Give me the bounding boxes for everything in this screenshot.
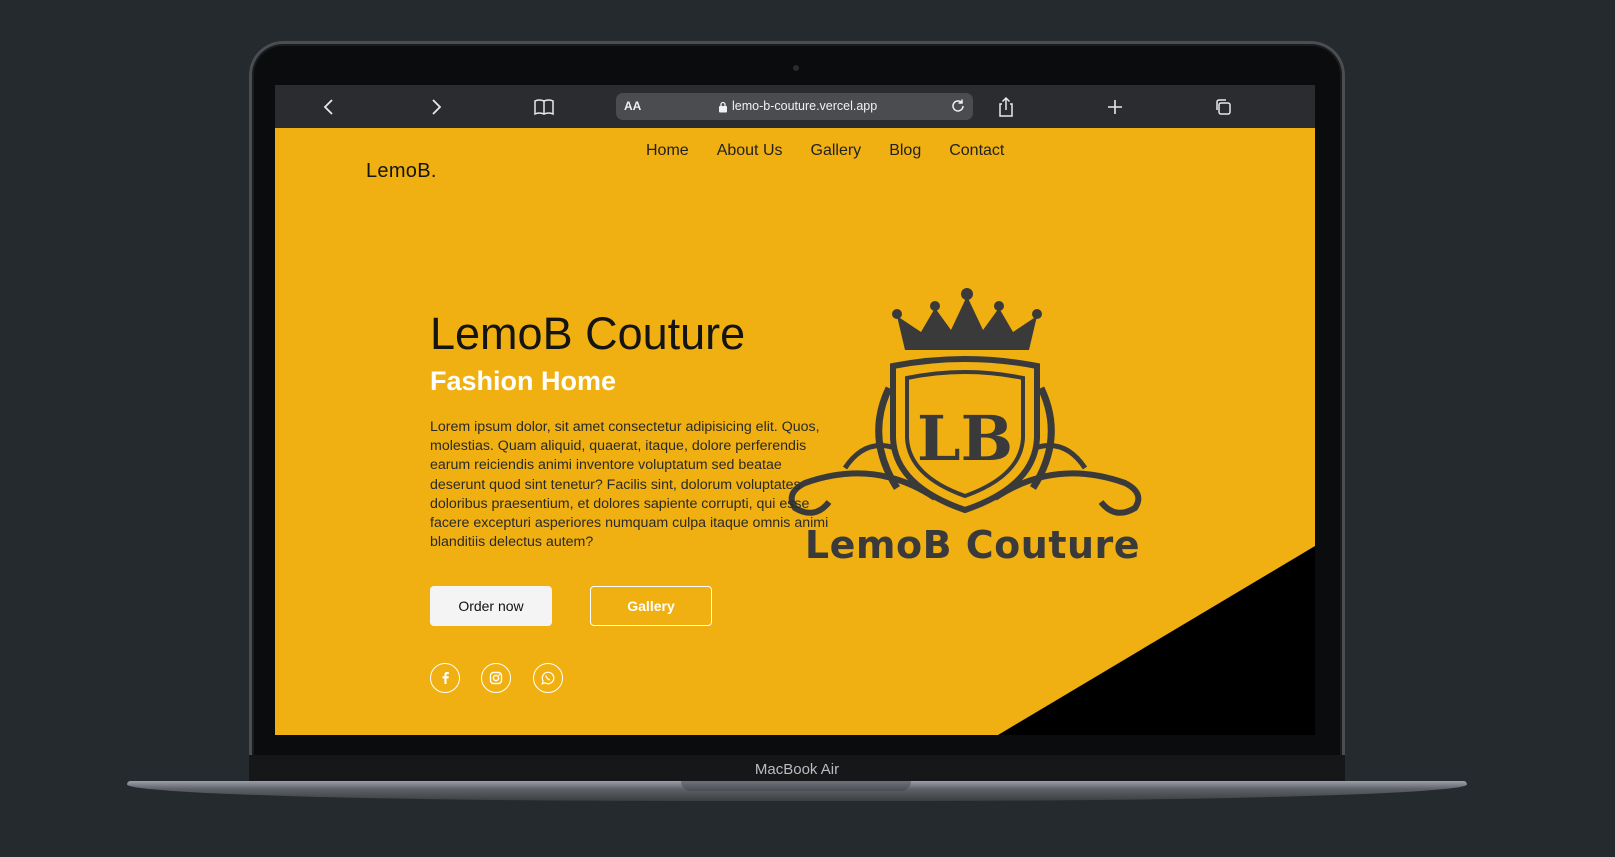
tabs-icon[interactable] bbox=[1210, 94, 1236, 120]
hero-subtitle: Fashion Home bbox=[430, 366, 617, 396]
screen: AA lemo-b-couture.vercel.app LemoB. Home… bbox=[275, 85, 1315, 735]
nav-about-us[interactable]: About Us bbox=[717, 142, 783, 160]
hero-description: Lorem ipsum dolor, sit amet consectetur … bbox=[430, 419, 829, 551]
browser-toolbar: AA lemo-b-couture.vercel.app bbox=[275, 85, 1315, 128]
main-nav: Home About Us Gallery Blog Contact bbox=[646, 142, 1032, 160]
order-now-button[interactable]: Order now bbox=[430, 586, 552, 626]
share-icon[interactable] bbox=[993, 94, 1019, 120]
instagram-icon[interactable] bbox=[481, 663, 511, 693]
text-size-button[interactable]: AA bbox=[624, 99, 641, 113]
site-logo[interactable]: LemoB. bbox=[366, 160, 437, 183]
crest-monogram: LB bbox=[917, 402, 1013, 475]
crest-wordmark: LemoB Couture bbox=[804, 523, 1141, 567]
chevron-right-icon[interactable] bbox=[423, 94, 449, 120]
webcam bbox=[793, 65, 799, 71]
lock-icon bbox=[718, 100, 728, 118]
hero-title: LemoB Couture bbox=[430, 308, 746, 359]
nav-blog[interactable]: Blog bbox=[889, 142, 921, 160]
website-page: LemoB. Home About Us Gallery Blog Contac… bbox=[275, 128, 1315, 735]
gallery-button[interactable]: Gallery bbox=[590, 586, 712, 626]
laptop-notch bbox=[681, 781, 911, 791]
crest-logo-icon: LB bbox=[788, 288, 1142, 516]
nav-home[interactable]: Home bbox=[646, 142, 689, 160]
url-text[interactable]: lemo-b-couture.vercel.app bbox=[732, 99, 877, 113]
facebook-icon[interactable] bbox=[430, 663, 460, 693]
book-icon[interactable] bbox=[531, 94, 557, 120]
chevron-left-icon[interactable] bbox=[316, 94, 342, 120]
nav-gallery[interactable]: Gallery bbox=[811, 142, 862, 160]
reload-icon[interactable] bbox=[949, 97, 967, 120]
nav-contact[interactable]: Contact bbox=[949, 142, 1004, 160]
plus-icon[interactable] bbox=[1102, 94, 1128, 120]
whatsapp-icon[interactable] bbox=[533, 663, 563, 693]
url-bar[interactable]: AA lemo-b-couture.vercel.app bbox=[616, 93, 973, 120]
